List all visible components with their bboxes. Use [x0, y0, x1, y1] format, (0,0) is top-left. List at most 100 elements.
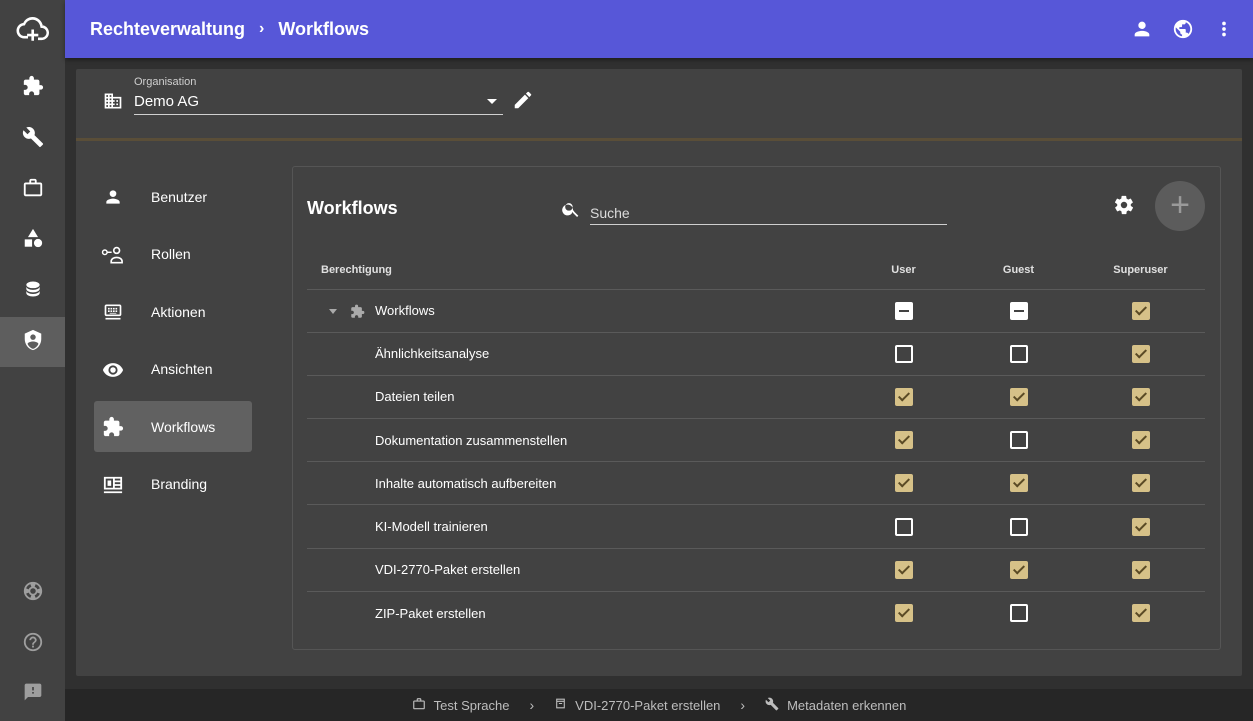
add-button[interactable]: + — [1155, 181, 1205, 231]
checkbox-superuser[interactable] — [1131, 604, 1150, 623]
checkbox-superuser[interactable] — [1131, 301, 1150, 320]
table-row: Inhalte automatisch aufbereiten — [307, 461, 1205, 506]
cloud-plus-icon[interactable] — [0, 0, 65, 58]
permission-label: KI-Modell trainieren — [375, 519, 488, 535]
shapes-icon — [22, 227, 44, 254]
nav-item-workflows[interactable]: Workflows — [94, 401, 252, 453]
checkbox-cell-superuser — [1076, 548, 1205, 592]
organisation-label: Organisation — [134, 76, 197, 88]
checkbox-cell-superuser — [1076, 591, 1205, 634]
table-row: VDI-2770-Paket erstellen — [307, 548, 1205, 592]
checkbox-guest[interactable] — [1009, 474, 1028, 493]
table-header-row: Berechtigung User Guest Superuser — [307, 251, 1205, 290]
checkbox-cell-guest — [961, 504, 1076, 549]
column-header-user[interactable]: User — [846, 251, 961, 290]
rail-item-shapes[interactable] — [0, 215, 65, 265]
eye-icon — [101, 358, 125, 382]
rail-item-tools[interactable] — [0, 114, 65, 164]
rail-item-plugins[interactable] — [0, 63, 65, 113]
briefcase-icon — [22, 177, 44, 204]
status-item-project[interactable]: Test Sprache — [412, 697, 510, 714]
checkbox-cell-guest — [961, 375, 1076, 420]
search-icon — [561, 199, 581, 224]
checkbox-guest[interactable] — [1009, 344, 1028, 363]
main-card: Organisation Demo AG Benutzer Rollen Akt… — [76, 69, 1242, 676]
checkbox-cell-user — [846, 548, 961, 592]
checkbox-cell-guest — [961, 591, 1076, 634]
column-header-berechtigung[interactable]: Berechtigung — [307, 251, 846, 290]
checkbox-user[interactable] — [894, 604, 913, 623]
pencil-icon[interactable] — [512, 89, 534, 116]
dropdown-caret-icon — [487, 99, 497, 104]
checkbox-user[interactable] — [894, 301, 913, 320]
checkbox-guest[interactable] — [1009, 517, 1028, 536]
rail-item-help[interactable] — [0, 619, 65, 669]
checkbox-cell-superuser — [1076, 289, 1205, 333]
nav-item-label: Ansichten — [151, 361, 213, 378]
nav-item-ansichten[interactable]: Ansichten — [94, 344, 252, 395]
task-status-bar: Test Sprache › VDI-2770-Paket erstellen … — [65, 689, 1253, 721]
checkbox-superuser[interactable] — [1131, 431, 1150, 450]
checkbox-superuser[interactable] — [1131, 517, 1150, 536]
wrench-icon — [22, 126, 44, 153]
checkbox-superuser[interactable] — [1131, 560, 1150, 579]
column-header-superuser[interactable]: Superuser — [1076, 251, 1205, 290]
header-actions — [1131, 0, 1235, 58]
checkbox-guest[interactable] — [1009, 431, 1028, 450]
organisation-select[interactable]: Demo AG — [134, 91, 503, 115]
nav-item-branding[interactable]: Branding — [94, 459, 252, 510]
status-item-action[interactable]: Metadaten erkennen — [765, 697, 906, 714]
expand-caret-icon[interactable] — [329, 308, 337, 314]
more-vert-icon[interactable] — [1213, 18, 1235, 40]
column-header-guest[interactable]: Guest — [961, 251, 1076, 290]
nav-item-label: Rollen — [151, 246, 191, 263]
gear-icon[interactable] — [1113, 194, 1135, 221]
permission-name-cell: Inhalte automatisch aufbereiten — [307, 461, 846, 506]
checkbox-guest[interactable] — [1009, 301, 1028, 320]
status-item-workflow[interactable]: VDI-2770-Paket erstellen — [554, 697, 720, 713]
checkbox-cell-guest — [961, 548, 1076, 592]
checkbox-guest[interactable] — [1009, 387, 1028, 406]
checkbox-guest[interactable] — [1009, 604, 1028, 623]
checkbox-cell-user — [846, 504, 961, 549]
puzzle-icon — [101, 415, 125, 439]
nav-item-rollen[interactable]: Rollen — [94, 229, 252, 280]
checkbox-cell-user — [846, 332, 961, 376]
checkbox-superuser[interactable] — [1131, 387, 1150, 406]
package-icon — [554, 697, 567, 713]
nav-item-aktionen[interactable]: Aktionen — [94, 286, 252, 337]
permission-name-cell: Dokumentation zusammenstellen — [307, 418, 846, 463]
search-input[interactable] — [590, 199, 947, 223]
permission-name-cell: Ähnlichkeitsanalyse — [307, 332, 846, 376]
checkbox-user[interactable] — [894, 517, 913, 536]
checkbox-cell-user — [846, 289, 961, 333]
shield-account-icon — [22, 329, 44, 356]
checkbox-user[interactable] — [894, 560, 913, 579]
checkbox-user[interactable] — [894, 344, 913, 363]
table-row: KI-Modell trainieren — [307, 504, 1205, 549]
checkbox-user[interactable] — [894, 474, 913, 493]
status-separator: › — [740, 697, 746, 713]
rail-item-projects[interactable] — [0, 165, 65, 215]
checkbox-cell-guest — [961, 332, 1076, 376]
rail-item-database[interactable] — [0, 266, 65, 316]
breadcrumb-separator: › — [259, 20, 265, 37]
checkbox-user[interactable] — [894, 387, 913, 406]
search-field[interactable] — [590, 199, 947, 225]
nav-item-benutzer[interactable]: Benutzer — [94, 171, 252, 222]
table-row: Dokumentation zusammenstellen — [307, 418, 1205, 463]
rail-item-permissions[interactable] — [0, 317, 65, 367]
rail-item-support[interactable] — [0, 568, 65, 618]
checkbox-superuser[interactable] — [1131, 344, 1150, 363]
breadcrumb-root[interactable]: Rechteverwaltung — [90, 19, 245, 40]
lifebuoy-icon — [22, 580, 44, 607]
checkbox-superuser[interactable] — [1131, 474, 1150, 493]
permission-label: VDI-2770-Paket erstellen — [375, 562, 521, 578]
account-icon[interactable] — [1131, 18, 1153, 40]
checkbox-user[interactable] — [894, 431, 913, 450]
checkbox-guest[interactable] — [1009, 560, 1028, 579]
nav-item-label: Branding — [151, 476, 208, 493]
database-icon — [23, 278, 43, 305]
rail-item-feedback[interactable] — [0, 669, 65, 719]
globe-icon[interactable] — [1172, 18, 1194, 40]
